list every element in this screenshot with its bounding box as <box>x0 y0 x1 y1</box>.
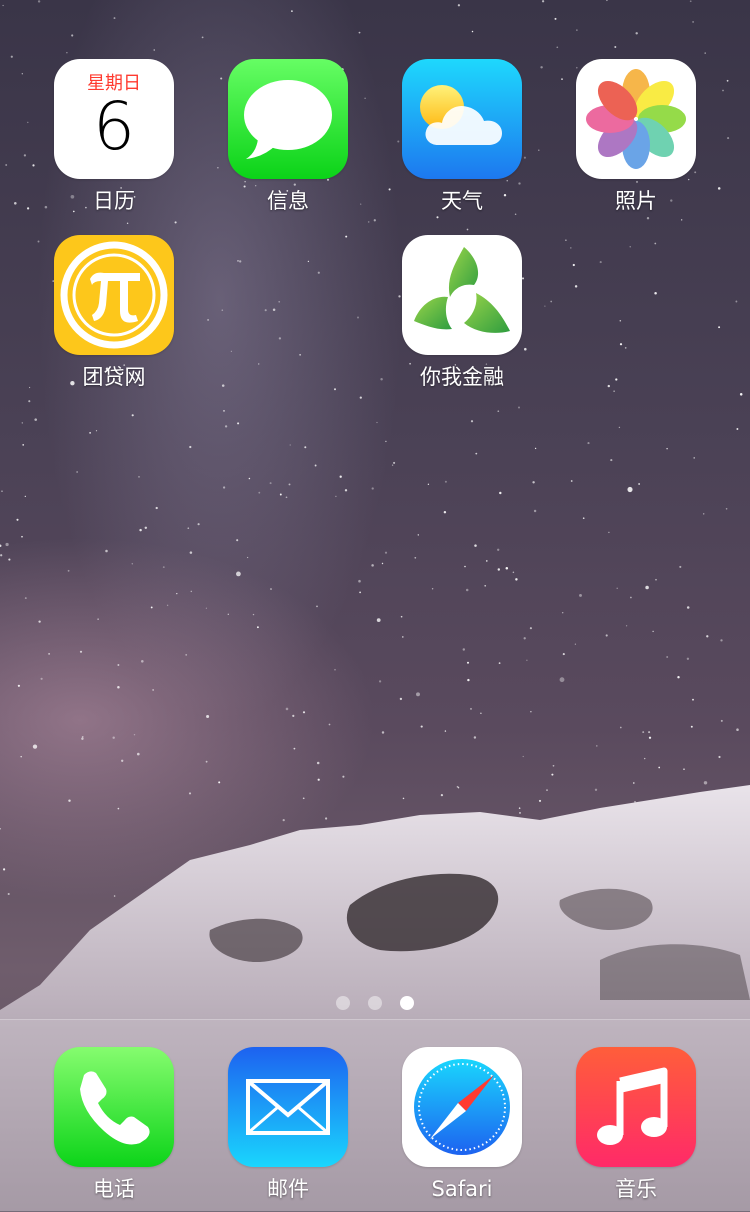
app-label-photos: 照片 <box>615 189 657 213</box>
page-dot[interactable] <box>368 996 382 1010</box>
phone-icon <box>54 1047 174 1167</box>
tuandai-pi-icon <box>54 235 174 355</box>
app-label-safari: Safari <box>431 1177 493 1201</box>
app-phone[interactable]: 电话 <box>39 1047 189 1203</box>
dock: 电话 邮件 Safari 音乐 <box>0 1019 750 1212</box>
app-tuandai[interactable]: 团贷网 <box>39 235 189 391</box>
messages-icon <box>228 59 348 179</box>
app-label-weather: 天气 <box>441 189 483 213</box>
calendar-day: 6 <box>93 88 135 165</box>
music-note-icon <box>576 1047 696 1167</box>
app-label-mail: 邮件 <box>267 1177 309 1201</box>
page-dot-active[interactable] <box>400 996 414 1010</box>
app-mail[interactable]: 邮件 <box>213 1047 363 1203</box>
app-label-music: 音乐 <box>615 1177 657 1201</box>
niwo-finance-icon <box>402 235 522 355</box>
app-label-calendar: 日历 <box>93 189 135 213</box>
app-label-phone: 电话 <box>93 1177 135 1201</box>
mail-icon <box>228 1047 348 1167</box>
app-label-messages: 信息 <box>267 189 309 213</box>
app-label-tuandai: 团贷网 <box>82 365 146 389</box>
weather-icon <box>402 59 522 179</box>
page-dot[interactable] <box>336 996 350 1010</box>
app-niwo-finance[interactable]: 你我金融 <box>387 235 537 391</box>
app-music[interactable]: 音乐 <box>561 1047 711 1203</box>
app-label-niwo-finance: 你我金融 <box>420 365 504 389</box>
app-calendar[interactable]: 星期日 6 日历 <box>39 59 189 215</box>
app-messages[interactable]: 信息 <box>213 59 363 215</box>
page-indicator[interactable] <box>0 996 750 1012</box>
photos-icon <box>576 59 696 179</box>
app-safari[interactable]: Safari <box>387 1047 537 1203</box>
app-weather[interactable]: 天气 <box>387 59 537 215</box>
calendar-icon: 星期日 6 <box>54 59 174 179</box>
safari-compass-icon <box>402 1047 522 1167</box>
app-photos[interactable]: 照片 <box>561 59 711 215</box>
